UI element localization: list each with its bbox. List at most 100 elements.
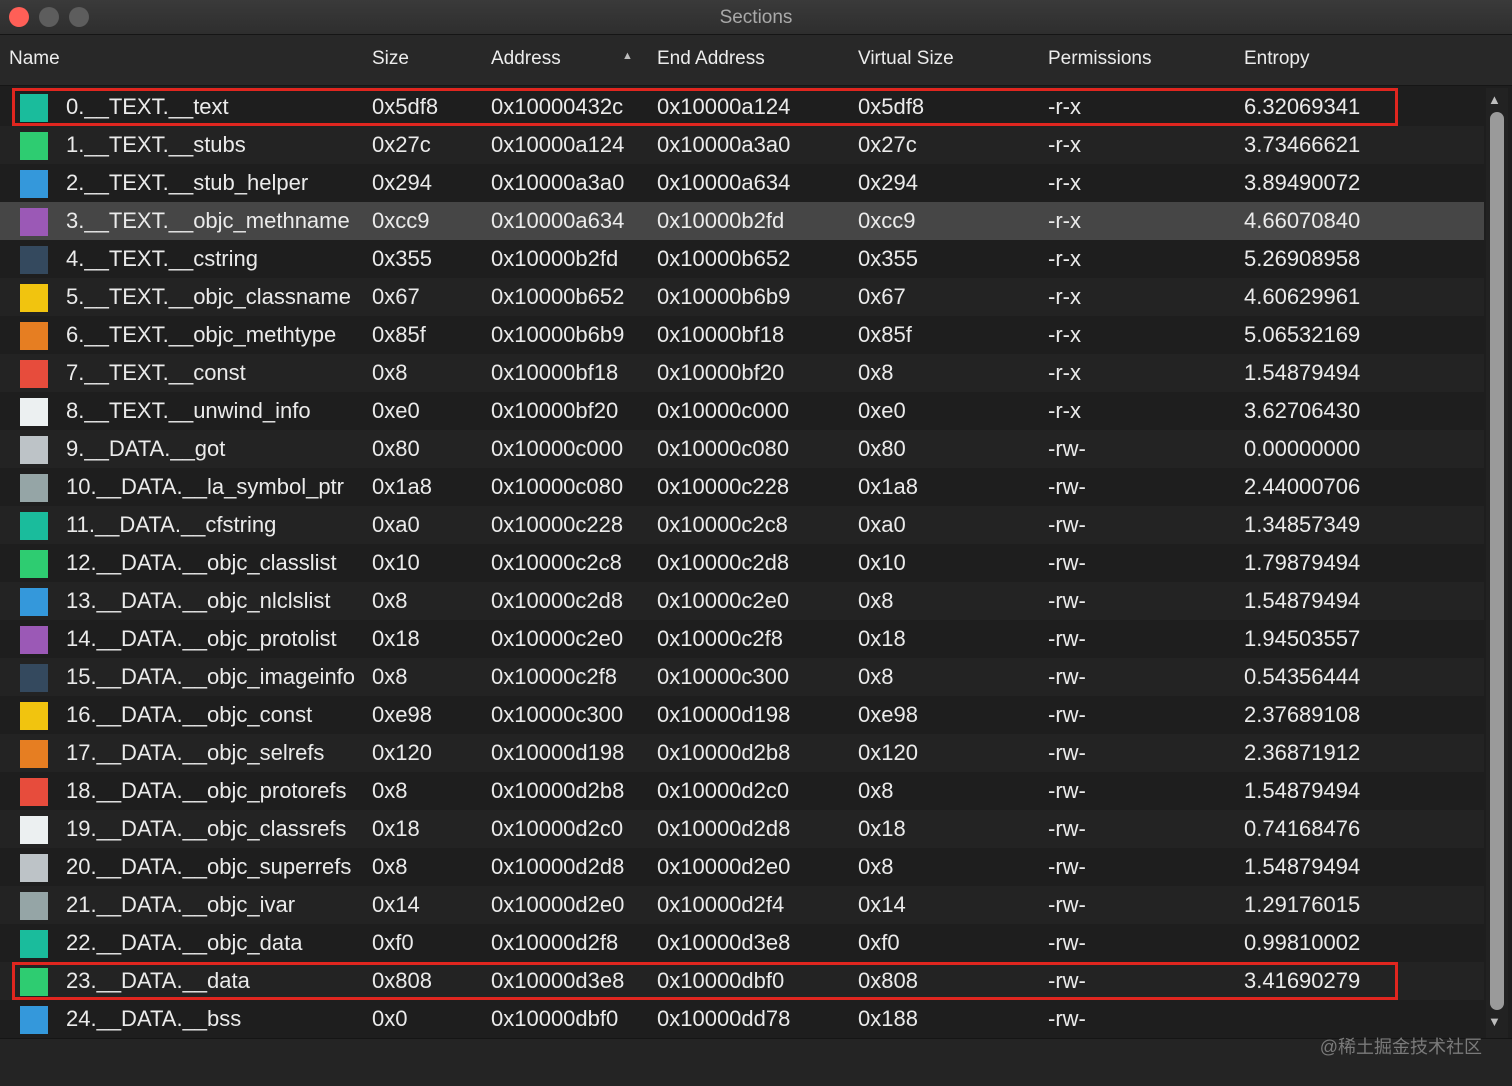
- column-header-entropy[interactable]: Entropy: [1244, 48, 1309, 70]
- column-header-permissions[interactable]: Permissions: [1048, 48, 1151, 70]
- size-cell: 0x8: [372, 588, 408, 613]
- size-cell: 0x355: [372, 246, 432, 271]
- table-row[interactable]: 8.__TEXT.__unwind_info 0xe0 0x10000bf20 0x1…: [0, 392, 1484, 430]
- address-cell: 0x10000d2d8: [491, 854, 625, 879]
- entropy-cell: 2.44000706: [1244, 474, 1361, 499]
- section-name-cell: 9.__DATA.__got: [66, 436, 226, 461]
- table-row[interactable]: 10.__DATA.__la_symbol_ptr 0x1a8 0x10000c08…: [0, 468, 1484, 506]
- size-cell: 0x18: [372, 816, 420, 841]
- section-color-swatch: [20, 322, 48, 350]
- end-address-cell: 0x10000a124: [657, 94, 791, 119]
- section-color-swatch: [20, 512, 48, 540]
- table-row[interactable]: 20.__DATA.__objc_superrefs 0x8 0x10000d2d8…: [0, 848, 1484, 886]
- section-color-swatch: [20, 398, 48, 426]
- address-cell: 0x10000d2f8: [491, 930, 619, 955]
- section-name-cell: 24.__DATA.__bss: [66, 1006, 242, 1031]
- section-color-swatch: [20, 436, 48, 464]
- table-row[interactable]: 3.__TEXT.__objc_methname 0xcc9 0x10000a634…: [0, 202, 1484, 240]
- scroll-down-arrow-icon[interactable]: ▼: [1488, 1014, 1501, 1029]
- section-color-swatch: [20, 778, 48, 806]
- table-row[interactable]: 18.__DATA.__objc_protorefs 0x8 0x10000d2b8…: [0, 772, 1484, 810]
- section-name-cell: 4.__TEXT.__cstring: [66, 246, 258, 271]
- table-row[interactable]: 1.__TEXT.__stubs 0x27c 0x10000a124 0x10000a…: [0, 126, 1484, 164]
- permissions-cell: -rw-: [1048, 778, 1086, 803]
- section-color-swatch: [20, 1006, 48, 1034]
- permissions-cell: -rw-: [1048, 626, 1086, 651]
- entropy-cell: 1.79879494: [1244, 550, 1361, 575]
- section-name-cell: 3.__TEXT.__objc_methname: [66, 208, 350, 233]
- table-row[interactable]: 9.__DATA.__got 0x80 0x10000c000 0x10000c080…: [0, 430, 1484, 468]
- size-cell: 0x1a8: [372, 474, 432, 499]
- section-color-swatch: [20, 588, 48, 616]
- end-address-cell: 0x10000c080: [657, 436, 790, 461]
- entropy-cell: 4.66070840: [1244, 208, 1361, 233]
- table-row[interactable]: 22.__DATA.__objc_data 0xf0 0x10000d2f8 0x10…: [0, 924, 1484, 962]
- table-row[interactable]: 19.__DATA.__objc_classrefs 0x18 0x10000d2c…: [0, 810, 1484, 848]
- address-cell: 0x10000c2e0: [491, 626, 624, 651]
- end-address-cell: 0x10000b652: [657, 246, 791, 271]
- entropy-cell: 3.73466621: [1244, 132, 1361, 157]
- entropy-cell: 1.94503557: [1244, 626, 1361, 651]
- column-header-virtual-size[interactable]: Virtual Size: [858, 48, 954, 70]
- permissions-cell: -rw-: [1048, 436, 1086, 461]
- size-cell: 0xe98: [372, 702, 432, 727]
- table-row[interactable]: 14.__DATA.__objc_protolist 0x18 0x10000c2e…: [0, 620, 1484, 658]
- table-row[interactable]: 13.__DATA.__objc_nlclslist 0x8 0x10000c2d8…: [0, 582, 1484, 620]
- column-header-name[interactable]: Name: [9, 48, 60, 70]
- column-header-end-address[interactable]: End Address: [657, 48, 765, 70]
- end-address-cell: 0x10000d2f4: [657, 892, 785, 917]
- permissions-cell: -r-x: [1048, 208, 1081, 233]
- table-row[interactable]: 4.__TEXT.__cstring 0x355 0x10000b2fd 0x1000…: [0, 240, 1484, 278]
- virtual-size-cell: 0x85f: [858, 322, 912, 347]
- table-row[interactable]: 11.__DATA.__cfstring 0xa0 0x10000c228 0x100…: [0, 506, 1484, 544]
- address-cell: 0x10000bf18: [491, 360, 619, 385]
- section-name-cell: 13.__DATA.__objc_nlclslist: [66, 588, 331, 613]
- permissions-cell: -rw-: [1048, 740, 1086, 765]
- size-cell: 0x8: [372, 664, 408, 689]
- address-cell: 0x10000d2b8: [491, 778, 625, 803]
- size-cell: 0x8: [372, 778, 408, 803]
- address-cell: 0x10000a3a0: [491, 170, 625, 195]
- size-cell: 0x14: [372, 892, 420, 917]
- table-row[interactable]: 12.__DATA.__objc_classlist 0x10 0x10000c2c…: [0, 544, 1484, 582]
- scrollbar-thumb[interactable]: [1490, 112, 1504, 1010]
- end-address-cell: 0x10000b2fd: [657, 208, 785, 233]
- section-name-cell: 22.__DATA.__objc_data: [66, 930, 303, 955]
- column-header-size[interactable]: Size: [372, 48, 409, 70]
- virtual-size-cell: 0x8: [858, 854, 894, 879]
- table-row[interactable]: 21.__DATA.__objc_ivar 0x14 0x10000d2e0 0x10…: [0, 886, 1484, 924]
- section-name-cell: 17.__DATA.__objc_selrefs: [66, 740, 325, 765]
- address-cell: 0x10000b2fd: [491, 246, 619, 271]
- section-color-swatch: [20, 284, 48, 312]
- scroll-up-arrow-icon[interactable]: ▲: [1488, 92, 1501, 107]
- size-cell: 0x80: [372, 436, 420, 461]
- permissions-cell: -rw-: [1048, 968, 1086, 993]
- table-row[interactable]: 6.__TEXT.__objc_methtype 0x85f 0x10000b6b9…: [0, 316, 1484, 354]
- size-cell: 0xcc9: [372, 208, 430, 233]
- end-address-cell: 0x10000c000: [657, 398, 790, 423]
- virtual-size-cell: 0x808: [858, 968, 918, 993]
- table-row[interactable]: 7.__TEXT.__const 0x8 0x10000bf18 0x10000bf2…: [0, 354, 1484, 392]
- table-row[interactable]: 23.__DATA.__data 0x808 0x10000d3e8 0x10000d…: [0, 962, 1484, 1000]
- permissions-cell: -rw-: [1048, 816, 1086, 841]
- table-row[interactable]: 24.__DATA.__bss 0x0 0x10000dbf0 0x10000dd78…: [0, 1000, 1484, 1038]
- size-cell: 0x808: [372, 968, 432, 993]
- size-cell: 0x8: [372, 360, 408, 385]
- section-name-cell: 15.__DATA.__objc_imageinfo: [66, 664, 356, 689]
- sort-ascending-icon[interactable]: ▲: [622, 50, 633, 62]
- table-row[interactable]: 2.__TEXT.__stub_helper 0x294 0x10000a3a0 0x…: [0, 164, 1484, 202]
- column-header-address[interactable]: Address: [491, 48, 561, 70]
- entropy-cell: 1.54879494: [1244, 854, 1361, 879]
- virtual-size-cell: 0x8: [858, 778, 894, 803]
- table-row[interactable]: 15.__DATA.__objc_imageinfo 0x8 0x10000c2f8…: [0, 658, 1484, 696]
- table-row[interactable]: 0.__TEXT.__text 0x5df8 0x10000432c 0x10000a…: [0, 88, 1484, 126]
- table-row[interactable]: 17.__DATA.__objc_selrefs 0x120 0x10000d198…: [0, 734, 1484, 772]
- section-color-swatch: [20, 968, 48, 996]
- table-row[interactable]: 16.__DATA.__objc_const 0xe98 0x10000c300 0x…: [0, 696, 1484, 734]
- address-cell: 0x10000c000: [491, 436, 624, 461]
- permissions-cell: -rw-: [1048, 930, 1086, 955]
- permissions-cell: -r-x: [1048, 322, 1081, 347]
- window-titlebar: Sections: [0, 0, 1512, 35]
- section-color-swatch: [20, 930, 48, 958]
- table-row[interactable]: 5.__TEXT.__objc_classname 0x67 0x10000b652…: [0, 278, 1484, 316]
